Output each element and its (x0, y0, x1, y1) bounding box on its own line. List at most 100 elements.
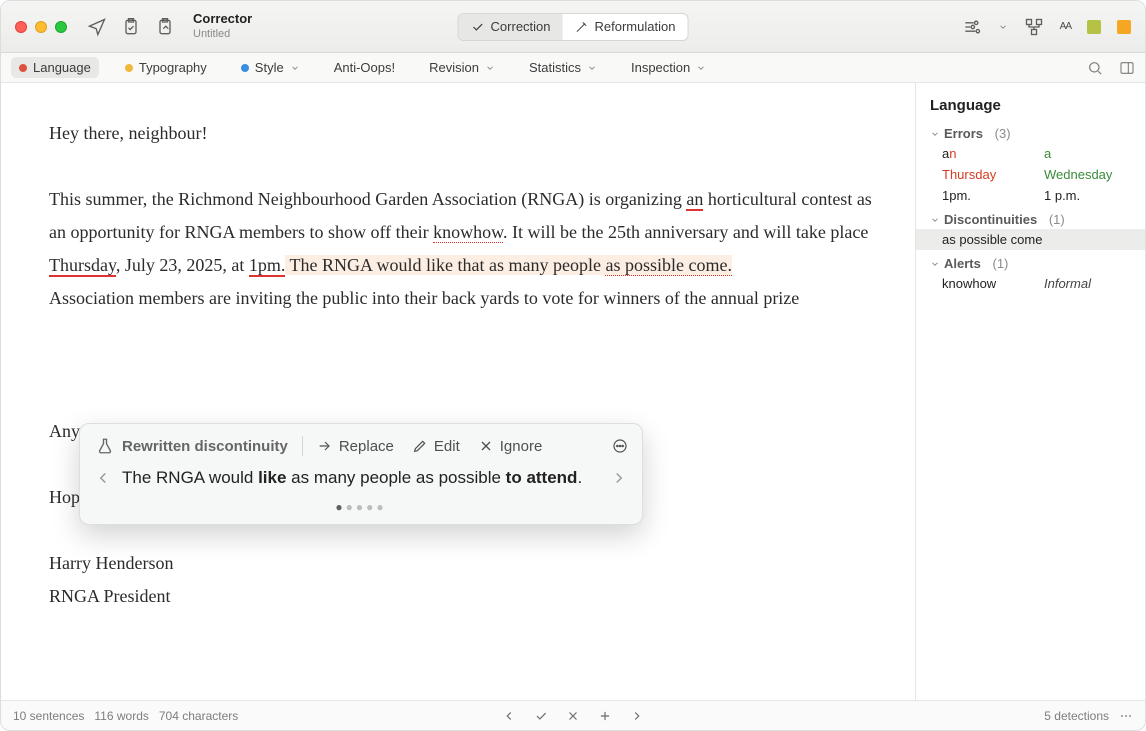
tab-statistics-label: Statistics (529, 60, 581, 75)
side-heading: Language (916, 97, 1145, 124)
search-icon[interactable] (1087, 60, 1103, 76)
flask-icon (96, 437, 114, 455)
title-block: Corrector Untitled (193, 12, 252, 41)
mode-reformulation-label: Reformulation (595, 19, 676, 34)
edit-button[interactable]: Edit (412, 438, 460, 455)
minimize-window-button[interactable] (35, 21, 47, 33)
pagination-dots: ●●●●● (80, 500, 642, 514)
paragraph: This summer, the Richmond Neighbourhood … (49, 183, 875, 282)
pencil-icon (412, 438, 428, 454)
tab-style[interactable]: Style (233, 57, 308, 78)
panel-toggle-icon[interactable] (1119, 60, 1135, 76)
clipboard-arrow-icon[interactable] (155, 17, 175, 37)
theme-swatch-olive[interactable] (1087, 20, 1101, 34)
reject-button[interactable] (566, 709, 580, 723)
window-controls (15, 21, 67, 33)
tab-antioops[interactable]: Anti-Oops! (326, 57, 403, 78)
tab-antioops-label: Anti-Oops! (334, 60, 395, 75)
tabbar: Language Typography Style Anti-Oops! Rev… (1, 53, 1145, 83)
discontinuity-row[interactable]: as possible come (916, 229, 1145, 250)
prev-suggestion-button[interactable] (94, 469, 112, 487)
next-detection-button[interactable] (630, 709, 644, 723)
prev-detection-button[interactable] (502, 709, 516, 723)
error-thursday[interactable]: Thursday (49, 255, 116, 277)
error-row[interactable]: 1pm. 1 p.m. (916, 185, 1145, 206)
more-icon (612, 438, 628, 454)
more-icon[interactable] (1119, 709, 1133, 723)
bullet-icon (241, 64, 249, 72)
next-suggestion-button[interactable] (610, 469, 628, 487)
x-icon (478, 438, 494, 454)
editor[interactable]: Hey there, neighbour! This summer, the R… (1, 83, 915, 700)
tab-revision[interactable]: Revision (421, 57, 503, 78)
chevron-down-icon (930, 215, 940, 225)
titlebar-right-icons: AA (962, 17, 1131, 37)
mode-segment: Correction Reformulation (458, 13, 689, 41)
group-discontinuities[interactable]: Discontinuities (1) (916, 210, 1145, 229)
more-button[interactable] (612, 438, 628, 454)
status-bar: 10 sentences 116 words 704 characters 5 … (1, 700, 1145, 730)
ignore-button[interactable]: Ignore (478, 438, 543, 455)
error-row[interactable]: Thursday Wednesday (916, 164, 1145, 185)
popover-title: Rewritten discontinuity (122, 438, 288, 455)
error-an[interactable]: an (686, 189, 703, 211)
suggestion-text: The RNGA would like as many people as po… (122, 468, 600, 488)
tab-inspection-label: Inspection (631, 60, 690, 75)
chevron-down-icon (696, 63, 706, 73)
tab-statistics[interactable]: Statistics (521, 57, 605, 78)
bullet-icon (125, 64, 133, 72)
tree-icon[interactable] (1024, 17, 1044, 37)
mode-correction[interactable]: Correction (459, 14, 563, 40)
side-panel: Language Errors (3) an a Thursday Wednes… (915, 83, 1145, 700)
chevron-down-icon (485, 63, 495, 73)
check-icon (471, 20, 485, 34)
tab-language[interactable]: Language (11, 57, 99, 78)
chevron-down-icon (587, 63, 597, 73)
error-1pm[interactable]: 1pm. (249, 255, 286, 277)
signature-name: Harry Henderson (49, 547, 875, 580)
wand-icon (575, 20, 589, 34)
group-errors[interactable]: Errors (3) (916, 124, 1145, 143)
bullet-icon (19, 64, 27, 72)
tab-typography-label: Typography (139, 60, 207, 75)
discontinuity-highlight[interactable]: The RNGA would like that as many people (285, 255, 605, 275)
document-name: Untitled (193, 28, 252, 41)
replace-arrow-icon (317, 438, 333, 454)
status-words: 116 words (94, 709, 148, 723)
chevron-down-icon[interactable] (998, 22, 1008, 32)
suggestion-popover: Rewritten discontinuity Replace Edit Ign… (79, 423, 643, 525)
app-title: Corrector (193, 12, 252, 27)
chevron-down-icon (930, 259, 940, 269)
tab-style-label: Style (255, 60, 284, 75)
tab-language-label: Language (33, 60, 91, 75)
mode-correction-label: Correction (491, 19, 551, 34)
tab-typography[interactable]: Typography (117, 57, 215, 78)
status-sentences: 10 sentences (13, 709, 84, 723)
settings-sliders-icon[interactable] (962, 17, 982, 37)
group-alerts[interactable]: Alerts (1) (916, 254, 1145, 273)
alert-knowhow[interactable]: knowhow (433, 222, 503, 243)
chevron-down-icon (930, 129, 940, 139)
close-window-button[interactable] (15, 21, 27, 33)
maximize-window-button[interactable] (55, 21, 67, 33)
accept-button[interactable] (534, 709, 548, 723)
chevron-down-icon (290, 63, 300, 73)
error-row[interactable]: an a (916, 143, 1145, 164)
add-button[interactable] (598, 709, 612, 723)
status-detections: 5 detections (1044, 709, 1109, 723)
theme-swatch-orange[interactable] (1117, 20, 1131, 34)
tab-revision-label: Revision (429, 60, 479, 75)
tab-inspection[interactable]: Inspection (623, 57, 714, 78)
clipboard-check-icon[interactable] (121, 17, 141, 37)
paragraph: Hey there, neighbour! (49, 117, 875, 150)
send-icon[interactable] (87, 17, 107, 37)
replace-button[interactable]: Replace (317, 438, 394, 455)
mode-reformulation[interactable]: Reformulation (563, 14, 688, 40)
alert-row[interactable]: knowhow Informal (916, 273, 1145, 294)
status-chars: 704 characters (159, 709, 238, 723)
signature-title: RNGA President (49, 580, 875, 613)
titlebar: Corrector Untitled Correction Reformulat… (1, 1, 1145, 53)
discontinuity-highlight-end[interactable]: as possible come. (605, 255, 731, 276)
font-size-control[interactable]: AA (1060, 21, 1071, 32)
paragraph: Association members are inviting the pub… (49, 282, 875, 315)
